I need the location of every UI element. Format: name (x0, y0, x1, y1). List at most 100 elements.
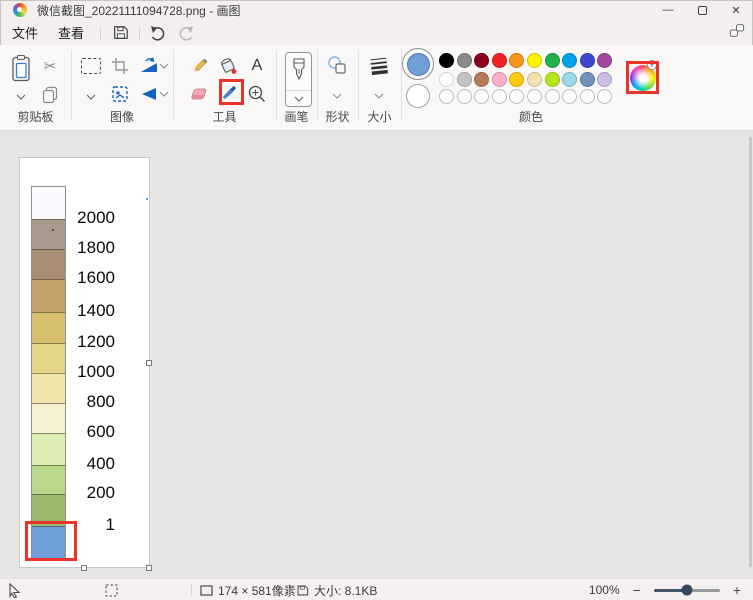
palette-swatch[interactable] (457, 72, 472, 87)
palette-swatch[interactable] (509, 53, 524, 68)
palette-swatch[interactable] (439, 72, 454, 87)
eraser-tool[interactable] (189, 84, 209, 104)
palette-swatch[interactable] (457, 53, 472, 68)
palette-swatch[interactable] (545, 72, 560, 87)
flip-button[interactable] (139, 84, 159, 104)
zoom-slider-thumb[interactable] (681, 584, 693, 596)
menu-view[interactable]: 查看 (48, 20, 94, 45)
foreground-color-swatch (406, 52, 430, 76)
palette-swatch[interactable] (492, 72, 507, 87)
size-button[interactable] (369, 55, 389, 75)
file-size-indicator: 大小: 8.1KB (296, 579, 377, 600)
zoom-out-button[interactable]: − (633, 582, 641, 598)
canvas-size-text: 174 × 581像素 (218, 583, 296, 598)
brushes-button[interactable] (285, 52, 312, 107)
custom-color-slot[interactable] (474, 89, 489, 104)
shapes-button[interactable] (327, 55, 347, 75)
palette-swatch[interactable] (439, 53, 454, 68)
redo-button[interactable] (172, 23, 198, 43)
custom-color-slot[interactable] (492, 89, 507, 104)
custom-color-slot[interactable] (580, 89, 595, 104)
custom-color-slot[interactable] (545, 89, 560, 104)
rotate-dropdown-chevron-icon[interactable] (159, 63, 169, 69)
feedback-button[interactable] (729, 23, 745, 43)
canvas-resize-handle-corner[interactable] (146, 565, 152, 571)
custom-color-slot[interactable] (562, 89, 577, 104)
menu-separator (139, 25, 141, 40)
pencil-icon (194, 58, 208, 72)
palette-swatch[interactable] (545, 53, 560, 68)
crop-button[interactable] (110, 56, 130, 76)
zoom-slider[interactable] (653, 584, 720, 596)
background-color-button[interactable] (406, 84, 430, 108)
custom-color-slot[interactable] (457, 89, 472, 104)
menu-file[interactable]: 文件 (2, 20, 48, 45)
flip-dropdown-chevron-icon[interactable] (159, 91, 169, 97)
vertical-scrollbar[interactable] (749, 137, 752, 567)
shapes-icon (328, 56, 346, 74)
palette-swatch[interactable] (509, 72, 524, 87)
undo-button[interactable] (146, 23, 172, 43)
palette-swatch[interactable] (474, 53, 489, 68)
magnifier-tool[interactable] (247, 84, 267, 104)
palette-swatch[interactable] (492, 53, 507, 68)
shapes-dropdown-chevron-icon[interactable] (332, 93, 342, 99)
text-tool-icon: A (251, 57, 263, 74)
magnifier-icon (248, 85, 266, 103)
selection-icon (105, 584, 118, 596)
group-label-size: 大小 (367, 110, 392, 124)
palette-swatch[interactable] (527, 53, 542, 68)
paste-dropdown-chevron-icon[interactable] (16, 94, 26, 100)
window-title: 微信截图_20221111094728.png - 画图 (37, 3, 241, 18)
resize-icon (112, 86, 128, 102)
palette-swatch[interactable] (597, 53, 612, 68)
custom-color-slot[interactable] (597, 89, 612, 104)
palette-swatch[interactable] (562, 72, 577, 87)
resize-button[interactable] (110, 84, 130, 104)
crop-icon (112, 58, 128, 74)
save-button[interactable] (107, 23, 133, 43)
legend-label: 400 (86, 454, 115, 473)
palette-swatch[interactable] (580, 53, 595, 68)
copy-button[interactable] (40, 85, 60, 105)
palette-swatch[interactable] (580, 72, 595, 87)
canvas-size-indicator: 174 × 581像素 (200, 579, 296, 600)
foreground-color-button[interactable] (402, 48, 434, 80)
zoom-in-button[interactable]: + (733, 582, 741, 598)
maximize-button[interactable] (685, 0, 719, 20)
select-tool[interactable] (81, 58, 101, 74)
minimize-button[interactable]: — (651, 0, 685, 20)
pointer-icon (9, 582, 21, 598)
custom-color-slot[interactable] (509, 89, 524, 104)
cut-button[interactable]: ✂ (40, 56, 60, 76)
palette-swatch[interactable] (474, 72, 489, 87)
brushes-dropdown-chevron-icon[interactable] (294, 96, 304, 102)
rotate-button[interactable] (139, 56, 159, 76)
eraser-icon (191, 88, 207, 100)
custom-color-slot[interactable] (527, 89, 542, 104)
text-tool[interactable]: A (247, 56, 267, 76)
legend-label: 200 (86, 483, 115, 502)
highlight-box-color-picker (219, 79, 244, 105)
canvas-artifact-dot (52, 229, 54, 231)
close-icon: ✕ (731, 4, 741, 17)
canvas-resize-handle-bottom[interactable] (81, 565, 87, 571)
pencil-tool[interactable] (190, 56, 210, 76)
group-label-image: 图像 (109, 110, 134, 124)
legend-label: 1000 (77, 362, 115, 381)
cursor-position-indicator (8, 579, 21, 600)
paste-button[interactable] (10, 54, 32, 84)
fill-tool[interactable] (218, 56, 238, 76)
canvas-resize-handle-right[interactable] (146, 360, 152, 366)
feedback-icon (729, 24, 745, 37)
custom-color-slot[interactable] (439, 89, 454, 104)
close-button[interactable]: ✕ (719, 0, 753, 20)
highlight-box-edit-colors (626, 61, 659, 94)
select-dropdown-chevron-icon[interactable] (86, 94, 96, 100)
drawing-canvas[interactable]: 2000 1800 1600 1400 1200 1000 800 600 400 200 1 (20, 158, 149, 567)
palette-swatch[interactable] (527, 72, 542, 87)
palette-swatch[interactable] (597, 72, 612, 87)
size-dropdown-chevron-icon[interactable] (374, 93, 384, 99)
palette-swatch[interactable] (562, 53, 577, 68)
menu-separator (100, 25, 102, 40)
